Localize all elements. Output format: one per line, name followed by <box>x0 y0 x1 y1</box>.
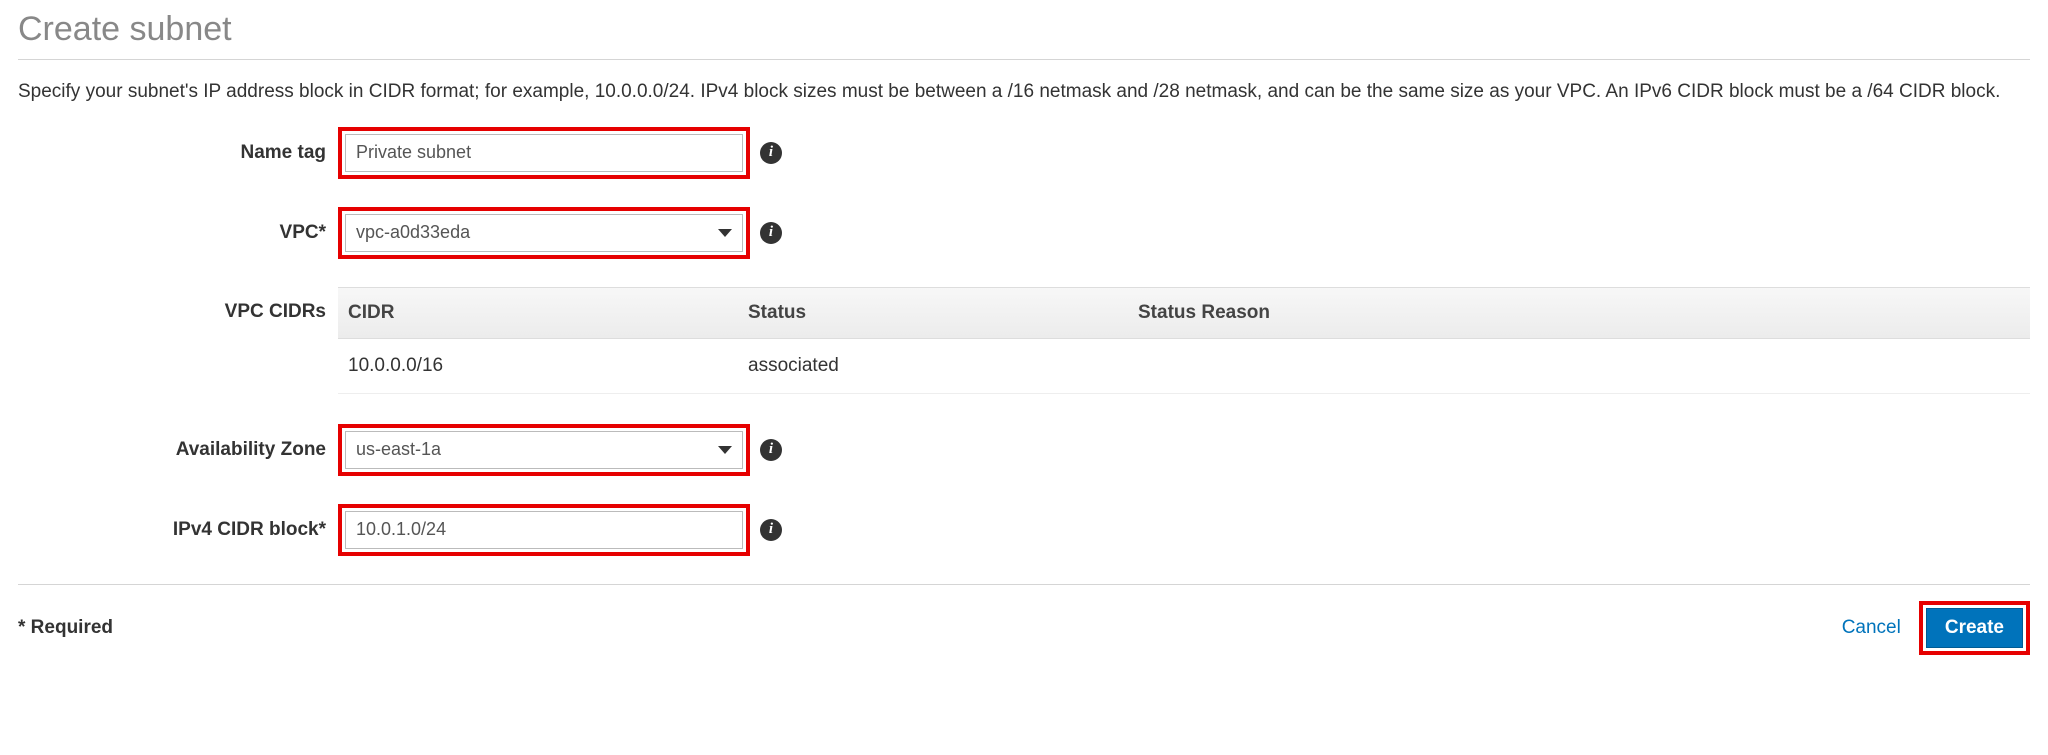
page-description: Specify your subnet's IP address block i… <box>18 78 2030 107</box>
vpc-label: VPC* <box>18 222 338 244</box>
table-header-cidr: CIDR <box>338 288 738 338</box>
vpc-select[interactable]: vpc-a0d33eda <box>345 214 743 252</box>
table-header-reason: Status Reason <box>1128 288 2030 338</box>
required-note: * Required <box>18 617 113 639</box>
table-header-row: CIDR Status Status Reason <box>338 288 2030 339</box>
info-icon[interactable]: i <box>760 142 782 164</box>
table-cell-status: associated <box>738 339 1128 393</box>
ipv4-cidr-input[interactable] <box>345 511 743 549</box>
az-select[interactable]: us-east-1a <box>345 431 743 469</box>
table-header-status: Status <box>738 288 1128 338</box>
table-cell-reason <box>1128 339 2030 393</box>
vpc-select-value: vpc-a0d33eda <box>356 222 470 243</box>
name-tag-input[interactable] <box>345 134 743 172</box>
page-title: Create subnet <box>18 10 2030 49</box>
title-divider <box>18 59 2030 60</box>
table-row: 10.0.0.0/16 associated <box>338 339 2030 394</box>
az-highlight: us-east-1a <box>338 424 750 476</box>
create-button[interactable]: Create <box>1926 608 2023 648</box>
ipv4-cidr-highlight <box>338 504 750 556</box>
info-icon[interactable]: i <box>760 439 782 461</box>
az-label: Availability Zone <box>18 439 338 461</box>
name-tag-highlight <box>338 127 750 179</box>
az-select-value: us-east-1a <box>356 439 441 460</box>
vpc-highlight: vpc-a0d33eda <box>338 207 750 259</box>
create-highlight: Create <box>1919 601 2030 655</box>
ipv4-cidr-label: IPv4 CIDR block* <box>18 519 338 541</box>
caret-down-icon <box>718 229 732 237</box>
table-cell-cidr: 10.0.0.0/16 <box>338 339 738 393</box>
info-icon[interactable]: i <box>760 222 782 244</box>
caret-down-icon <box>718 446 732 454</box>
name-tag-label: Name tag <box>18 142 338 164</box>
vpc-cidrs-label: VPC CIDRs <box>18 287 338 323</box>
cancel-button[interactable]: Cancel <box>1842 617 1901 639</box>
vpc-cidrs-table: CIDR Status Status Reason 10.0.0.0/16 as… <box>338 287 2030 394</box>
info-icon[interactable]: i <box>760 519 782 541</box>
